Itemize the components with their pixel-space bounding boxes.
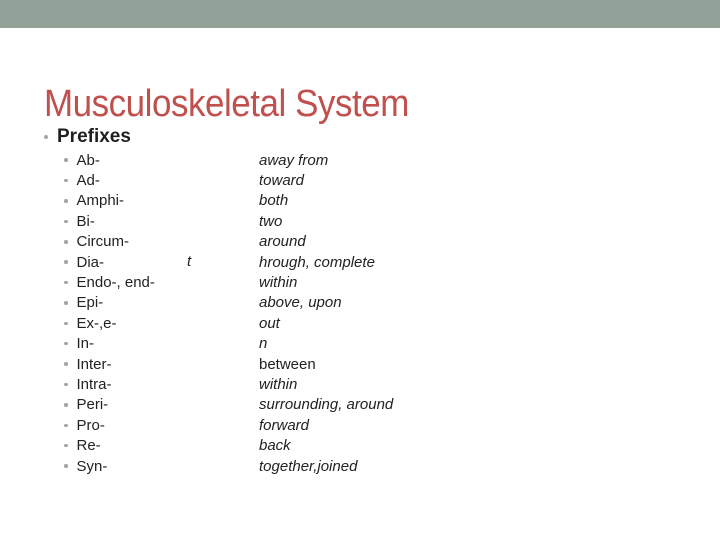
stray-character: t	[187, 253, 192, 270]
bullet-icon	[64, 403, 68, 407]
prefix-label: Peri-	[76, 396, 109, 414]
prefix-list: Ab- Ad- Amphi- Bi- Circum- Dia- Endo-, end- Epi…	[64, 150, 155, 476]
prefix-label: Ex-,e-	[76, 314, 117, 332]
prefix-item: Ad-	[64, 170, 155, 190]
slide-title: Musculoskeletal System	[44, 83, 409, 126]
bullet-icon	[64, 301, 68, 305]
prefix-item: Ex-,e-	[64, 313, 155, 333]
bullet-icon	[64, 382, 68, 387]
prefix-label: Epi-	[76, 294, 104, 312]
prefix-item: Re-	[64, 435, 155, 455]
bullet-icon	[64, 178, 68, 183]
prefix-item: Intra-	[64, 374, 155, 394]
prefix-meaning: around	[259, 233, 306, 251]
prefix-item: Epi-	[64, 293, 155, 313]
bullet-icon	[64, 199, 68, 203]
prefix-label: In-	[76, 335, 95, 353]
prefix-label: Syn-	[76, 457, 108, 475]
prefix-item: Dia-	[64, 252, 155, 272]
prefix-label: Pro-	[76, 416, 105, 434]
prefix-label: Amphi-	[76, 192, 125, 210]
prefix-meaning: within	[259, 274, 298, 292]
prefix-label: Dia-	[76, 253, 105, 271]
prefix-meaning: n	[259, 335, 268, 353]
prefix-item: Syn-	[64, 456, 155, 476]
prefix-meaning: surrounding, around	[259, 396, 394, 414]
prefix-meaning: back	[259, 437, 291, 455]
prefixes-heading: Prefixes	[44, 126, 131, 148]
prefix-meaning: out	[259, 314, 280, 332]
bullet-icon	[64, 219, 68, 224]
prefix-meaning: within	[259, 375, 298, 393]
prefix-meaning: together,joined	[259, 457, 358, 475]
prefix-meaning: toward	[259, 172, 305, 190]
bullet-icon	[64, 321, 68, 326]
bullet-icon	[64, 443, 68, 448]
prefix-meaning: two	[259, 212, 283, 230]
prefix-label: Ab-	[76, 151, 100, 169]
prefix-label: Endo-, end-	[76, 274, 155, 292]
prefixes-heading-label: Prefixes	[57, 126, 131, 147]
bullet-icon	[64, 158, 68, 162]
prefix-item: Pro-	[64, 415, 155, 435]
prefix-label: Re-	[76, 437, 101, 455]
prefix-meaning: away from	[259, 151, 329, 169]
prefix-item: Inter-	[64, 354, 155, 374]
top-accent-band	[0, 0, 720, 28]
prefix-item: Endo-, end-	[64, 272, 155, 292]
bullet-icon	[64, 464, 68, 468]
bullet-icon	[64, 260, 68, 264]
prefix-meaning: between	[259, 355, 316, 373]
prefix-label: Ad-	[76, 172, 100, 190]
prefix-item: Amphi-	[64, 191, 155, 211]
prefix-meaning: forward	[259, 416, 310, 434]
prefix-label: Circum-	[76, 233, 130, 251]
bullet-icon	[64, 423, 68, 428]
prefix-item: Ab-	[64, 150, 155, 170]
prefix-meaning: above, upon	[259, 294, 342, 312]
prefix-item: Bi-	[64, 211, 155, 231]
bullet-icon	[64, 362, 68, 366]
bullet-icon	[64, 280, 68, 285]
prefix-label: Intra-	[76, 375, 112, 393]
prefix-meaning: both	[259, 192, 289, 210]
prefix-label: Bi-	[76, 212, 95, 230]
prefix-item: Peri-	[64, 395, 155, 415]
meaning-list: away from toward both two around hrough, comp…	[259, 150, 393, 476]
prefix-meaning: hrough, complete	[259, 253, 375, 271]
prefix-label: Inter-	[76, 355, 112, 373]
prefix-item: Circum-	[64, 232, 155, 252]
bullet-icon	[44, 135, 48, 139]
prefix-item: In-	[64, 334, 155, 354]
bullet-icon	[64, 240, 68, 244]
bullet-icon	[64, 341, 68, 346]
